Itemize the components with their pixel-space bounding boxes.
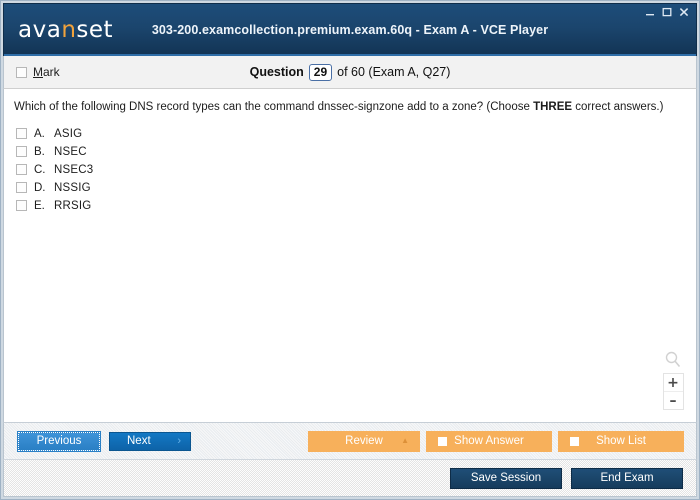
zoom-buttons: + – bbox=[662, 373, 684, 410]
answer-option-d[interactable]: D. NSSIG bbox=[16, 179, 696, 197]
answer-text-c: NSEC3 bbox=[54, 163, 94, 176]
question-total-label: of 60 (Exam A, Q27) bbox=[337, 65, 451, 79]
answer-letter-d: D. bbox=[34, 181, 46, 194]
answer-checkbox-b[interactable] bbox=[16, 146, 27, 158]
end-exam-button[interactable]: End Exam bbox=[571, 467, 683, 489]
maximize-icon[interactable] bbox=[660, 5, 674, 18]
question-text-post: correct answers.) bbox=[572, 101, 664, 113]
zoom-in-button[interactable]: + bbox=[663, 374, 683, 392]
vce-player-window: avanset 303-200.examcollection.premium.e… bbox=[0, 0, 700, 500]
answer-text-b: NSEC bbox=[54, 145, 87, 158]
next-button[interactable]: Next › bbox=[109, 431, 191, 451]
show-list-button[interactable]: Show List bbox=[558, 430, 684, 452]
answer-text-a: ASIG bbox=[54, 127, 83, 140]
answer-checkbox-a[interactable] bbox=[16, 128, 27, 140]
show-answer-label: Show Answer bbox=[454, 435, 524, 447]
minimize-icon[interactable] bbox=[643, 5, 657, 18]
answer-letter-a: A. bbox=[34, 127, 45, 140]
window-controls bbox=[643, 5, 691, 18]
answer-checkbox-c[interactable] bbox=[16, 164, 27, 176]
answer-letter-c: C. bbox=[34, 163, 46, 176]
question-word-label: Question bbox=[249, 65, 304, 79]
answer-checkbox-d[interactable] bbox=[16, 182, 27, 194]
show-list-label: Show List bbox=[596, 435, 646, 447]
answer-option-c[interactable]: C. NSEC3 bbox=[16, 161, 696, 179]
question-text-pre: Which of the following DNS record types … bbox=[14, 101, 534, 113]
review-button[interactable]: Review ▲ bbox=[308, 430, 420, 452]
square-icon bbox=[438, 436, 447, 446]
answer-letter-e: E. bbox=[34, 199, 45, 212]
question-number-input[interactable]: 29 bbox=[308, 63, 333, 81]
zoom-widget: + – bbox=[662, 350, 684, 410]
logo-text-accent: n bbox=[61, 16, 77, 43]
mark-label-rest: ark bbox=[43, 65, 60, 79]
question-text: Which of the following DNS record types … bbox=[14, 100, 686, 116]
mark-accel-letter: M bbox=[33, 65, 43, 79]
review-button-label: Review bbox=[345, 435, 383, 447]
answer-letter-b: B. bbox=[34, 145, 45, 158]
footer-bar: Save Session End Exam bbox=[3, 459, 697, 497]
mark-label: Mark bbox=[33, 65, 60, 79]
caret-up-icon: ▲ bbox=[401, 436, 409, 445]
logo-text-pre: ava bbox=[18, 16, 62, 43]
question-counter: Question 29 of 60 (Exam A, Q27) bbox=[4, 63, 696, 81]
question-text-emphasis: THREE bbox=[533, 101, 573, 113]
mark-checkbox[interactable] bbox=[16, 66, 27, 78]
mark-checkbox-row[interactable]: Mark bbox=[16, 65, 60, 79]
answer-text-d: NSSIG bbox=[54, 181, 91, 194]
title-bar[interactable]: avanset 303-200.examcollection.premium.e… bbox=[3, 3, 697, 56]
logo-text-post: set bbox=[76, 16, 114, 43]
zoom-out-button[interactable]: – bbox=[664, 392, 683, 409]
answer-option-b[interactable]: B. NSEC bbox=[16, 143, 696, 161]
save-session-button[interactable]: Save Session bbox=[450, 467, 562, 489]
navigation-toolbar: Previous Next › Review ▲ Show Answer Sho… bbox=[3, 423, 697, 459]
answer-checkbox-e[interactable] bbox=[16, 200, 27, 212]
chevron-right-icon: › bbox=[177, 434, 181, 447]
answer-text-e: RRSIG bbox=[54, 199, 92, 212]
answer-option-e[interactable]: E. RRSIG bbox=[16, 197, 696, 215]
question-content-panel: Which of the following DNS record types … bbox=[3, 89, 697, 423]
answer-option-a[interactable]: A. ASIG bbox=[16, 125, 696, 143]
answer-options-list: A. ASIG B. NSEC C. NSEC3 D. NSSIG E. RRS… bbox=[16, 125, 696, 215]
square-icon bbox=[570, 436, 579, 446]
show-answer-button[interactable]: Show Answer bbox=[426, 430, 552, 452]
avanset-logo: avanset bbox=[18, 16, 114, 43]
question-header-bar: Mark Question 29 of 60 (Exam A, Q27) bbox=[3, 56, 697, 89]
magnifier-icon bbox=[663, 350, 683, 370]
previous-button[interactable]: Previous bbox=[17, 430, 101, 452]
close-icon[interactable] bbox=[677, 5, 691, 18]
next-button-label: Next bbox=[127, 435, 151, 447]
